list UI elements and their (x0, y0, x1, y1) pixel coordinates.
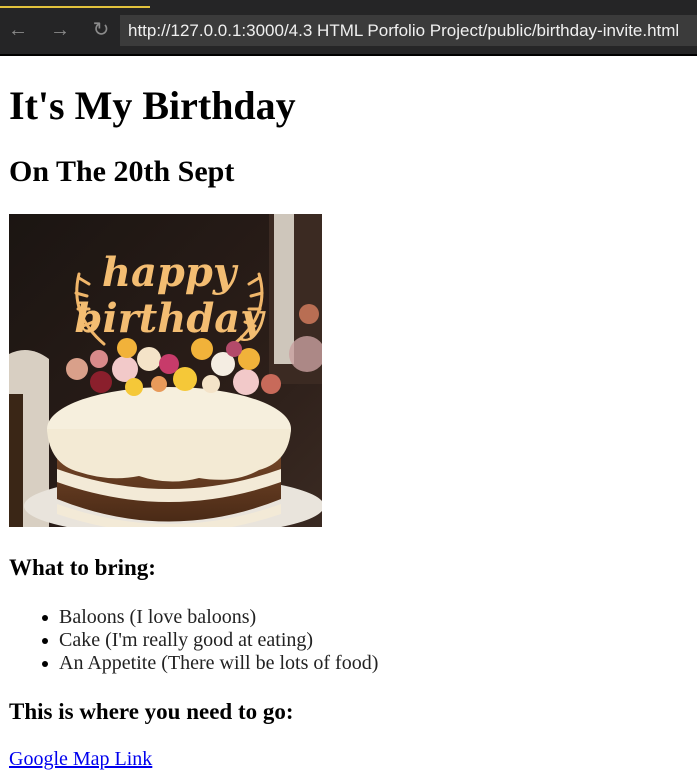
cake-illustration: happy birthday (9, 214, 322, 527)
google-map-link[interactable]: Google Map Link (9, 748, 152, 771)
arrow-left-icon[interactable]: ← (4, 16, 32, 44)
browser-toolbar: ← → ↻ http://127.0.0.1:3000/4.3 HTML Por… (0, 0, 697, 56)
birthday-cake-image: happy birthday (9, 214, 322, 527)
arrow-right-icon[interactable]: → (46, 16, 74, 44)
topper-text-birthday: birthday (75, 295, 267, 342)
what-to-bring-heading: What to bring: (9, 555, 156, 580)
toolbar-divider (0, 54, 697, 56)
list-item: Baloons (I love baloons) (9, 606, 378, 629)
list-item: Cake (I'm really good at eating) (9, 629, 378, 652)
reload-icon[interactable]: ↻ (87, 16, 115, 44)
list-item: An Appetite (There will be lots of food) (9, 652, 378, 675)
date-heading: On The 20th Sept (9, 155, 235, 188)
bring-list: Baloons (I love baloons) Cake (I'm reall… (9, 606, 378, 675)
page-title: It's My Birthday (9, 83, 296, 128)
topper-text-happy: happy (102, 249, 239, 296)
location-heading: This is where you need to go: (9, 699, 294, 724)
address-bar[interactable]: http://127.0.0.1:3000/4.3 HTML Porfolio … (120, 15, 697, 46)
active-tab-indicator (0, 6, 150, 8)
